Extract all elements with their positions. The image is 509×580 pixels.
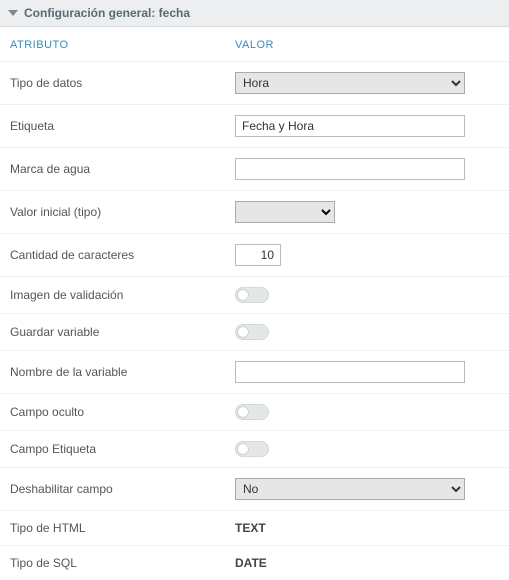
value-tipo-sql: DATE <box>235 556 267 570</box>
label-nombre-variable: Nombre de la variable <box>10 365 235 379</box>
row-tipo-html: Tipo de HTML TEXT <box>0 510 509 545</box>
label-guardar-variable: Guardar variable <box>10 325 235 339</box>
input-marca-agua[interactable] <box>235 158 465 180</box>
input-cantidad-caracteres[interactable] <box>235 244 281 266</box>
row-marca-agua: Marca de agua <box>0 147 509 190</box>
label-etiqueta: Etiqueta <box>10 119 235 133</box>
toggle-campo-etiqueta[interactable] <box>235 441 269 457</box>
row-etiqueta: Etiqueta <box>0 104 509 147</box>
label-tipo-sql: Tipo de SQL <box>10 556 235 570</box>
label-deshabilitar: Deshabilitar campo <box>10 482 235 496</box>
row-nombre-variable: Nombre de la variable <box>0 350 509 393</box>
toggle-guardar-variable[interactable] <box>235 324 269 340</box>
column-header-value: VALOR <box>235 39 499 51</box>
label-imagen-validacion: Imagen de validación <box>10 288 235 302</box>
row-tipo-datos: Tipo de datos Hora <box>0 61 509 104</box>
row-tipo-sql: Tipo de SQL DATE <box>0 545 509 580</box>
select-deshabilitar[interactable]: No <box>235 478 465 500</box>
label-tipo-html: Tipo de HTML <box>10 521 235 535</box>
label-campo-etiqueta: Campo Etiqueta <box>10 442 235 456</box>
label-tipo-datos: Tipo de datos <box>10 76 235 90</box>
input-etiqueta[interactable] <box>235 115 465 137</box>
panel-title: Configuración general: fecha <box>24 6 190 20</box>
toggle-campo-oculto[interactable] <box>235 404 269 420</box>
select-valor-inicial[interactable] <box>235 201 335 223</box>
toggle-imagen-validacion[interactable] <box>235 287 269 303</box>
row-campo-etiqueta: Campo Etiqueta <box>0 430 509 467</box>
column-header-attribute: ATRIBUTO <box>10 39 235 51</box>
row-cantidad-caracteres: Cantidad de caracteres <box>0 233 509 276</box>
label-campo-oculto: Campo oculto <box>10 405 235 419</box>
collapse-icon <box>8 10 18 16</box>
input-nombre-variable[interactable] <box>235 361 465 383</box>
row-deshabilitar: Deshabilitar campo No <box>0 467 509 510</box>
row-campo-oculto: Campo oculto <box>0 393 509 430</box>
row-imagen-validacion: Imagen de validación <box>0 276 509 313</box>
columns-header: ATRIBUTO VALOR <box>0 27 509 61</box>
settings-rows: Tipo de datos Hora Etiqueta Marca de agu… <box>0 61 509 580</box>
panel-header[interactable]: Configuración general: fecha <box>0 0 509 27</box>
row-valor-inicial: Valor inicial (tipo) <box>0 190 509 233</box>
label-valor-inicial: Valor inicial (tipo) <box>10 205 235 219</box>
value-tipo-html: TEXT <box>235 521 266 535</box>
select-tipo-datos[interactable]: Hora <box>235 72 465 94</box>
label-cantidad-caracteres: Cantidad de caracteres <box>10 248 235 262</box>
label-marca-agua: Marca de agua <box>10 162 235 176</box>
row-guardar-variable: Guardar variable <box>0 313 509 350</box>
